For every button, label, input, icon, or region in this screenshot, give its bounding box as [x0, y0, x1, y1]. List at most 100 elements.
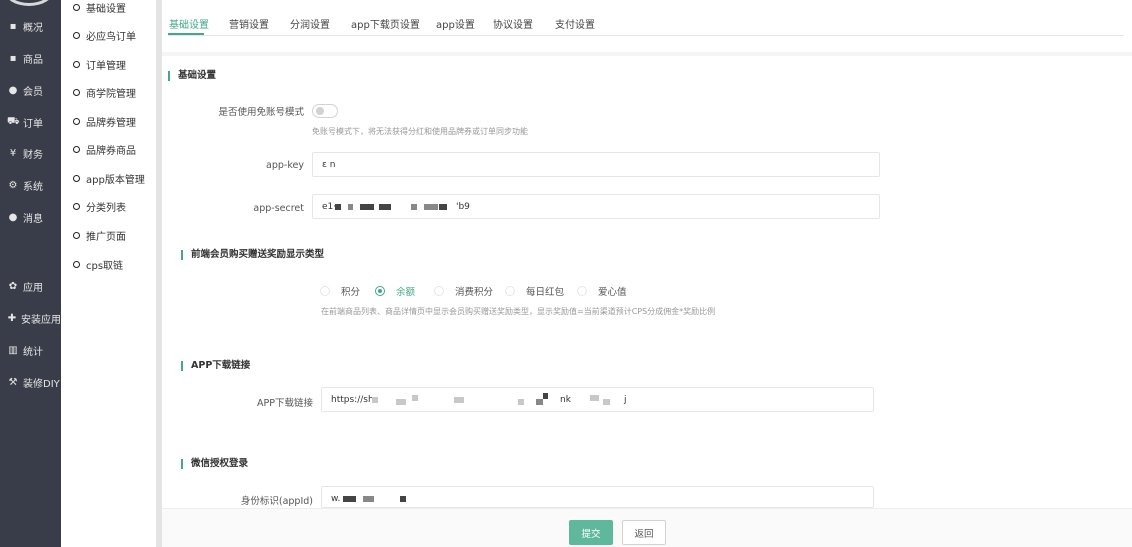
app-secret-input[interactable]: e1· 'b9 [312, 194, 880, 219]
appid-input[interactable]: w. [321, 486, 874, 508]
submenu-item-label: 分类列表 [86, 203, 126, 214]
submenu-item-cps-link[interactable]: cps取链 [73, 257, 123, 272]
back-button[interactable]: 返回 [622, 520, 666, 545]
submenu-item-category-list[interactable]: 分类列表 [73, 199, 126, 214]
submit-button[interactable]: 提交 [569, 520, 613, 545]
redaction-block [439, 204, 447, 210]
sidebar-item-install-apps[interactable]: ✚ 安装应用 [0, 307, 61, 329]
radio-label: 每日红包 [526, 287, 565, 298]
radio-circle-icon [505, 286, 515, 296]
redaction-block [396, 399, 406, 405]
submenu-item-label: 订单管理 [86, 61, 126, 72]
sidebar-item-label: 统计 [23, 346, 43, 358]
app-key-input[interactable]: ε n [312, 152, 880, 177]
submenu-item-order-management[interactable]: 订单管理 [73, 57, 126, 72]
sidebar-item-label: 系统 [23, 181, 43, 193]
sidebar-item-label: 安装应用 [21, 314, 61, 326]
sidebar-item-orders[interactable]: ⛟ 订单 [0, 111, 61, 133]
redaction-block [400, 496, 406, 502]
submenu-item-brand-coupon-goods[interactable]: 品牌券商品 [73, 142, 136, 157]
sidebar-item-label: 应用 [23, 282, 43, 294]
app-download-value-suffix: j [624, 395, 627, 405]
form-action-bar: 提交 返回 [162, 508, 1132, 547]
sidebar-item-apps[interactable]: ✿ 应用 [0, 275, 61, 297]
submenu-item-orders-biyingniao[interactable]: 必应鸟订单 [73, 28, 136, 43]
puzzle-icon: ✚ [7, 312, 17, 324]
tab-profit-sharing-settings[interactable]: 分润设置 [290, 16, 330, 31]
tab-payment-settings[interactable]: 支付设置 [555, 16, 595, 31]
main-content: 基础设置 营销设置 分润设置 app下载页设置 app设置 协议设置 支付设置 … [162, 0, 1132, 547]
sidebar-item-overview[interactable]: ▪ 概况 [0, 15, 61, 37]
redaction-block [335, 204, 341, 210]
redaction-block [360, 204, 374, 210]
radio-circle-icon [320, 286, 330, 296]
app-download-value-middle: nk [560, 395, 571, 405]
app-download-input[interactable]: https://sh nk j [321, 387, 874, 412]
circle-icon [73, 4, 80, 11]
radio-label: 余额 [396, 287, 416, 298]
sidebar-item-statistics[interactable]: ▥ 统计 [0, 339, 61, 361]
redaction-block [348, 204, 353, 210]
tab-app-settings[interactable]: app设置 [436, 16, 475, 31]
submenu-item-academy[interactable]: 商学院管理 [73, 85, 136, 100]
redaction-block [411, 204, 417, 210]
free-account-hint: 免账号模式下，将无法获得分红和使用品牌券或订单同步功能 [312, 127, 528, 136]
redaction-block [536, 399, 543, 405]
submenu-item-app-version[interactable]: app版本管理 [73, 171, 145, 186]
tab-divider [168, 35, 1124, 36]
tab-app-download-page-settings[interactable]: app下载页设置 [351, 16, 420, 31]
redaction-block [454, 397, 464, 403]
radio-circle-icon [434, 286, 444, 296]
redaction-block [590, 395, 599, 401]
sidebar-item-label: 商品 [23, 54, 43, 66]
free-account-toggle[interactable] [312, 104, 338, 118]
radio-daily-redpacket[interactable]: 每日红包 [505, 284, 564, 298]
gears-icon: ⚙ [8, 179, 18, 191]
sidebar-item-finance[interactable]: ¥ 财务 [0, 142, 61, 164]
settings-form: 基础设置 是否使用免账号模式 免账号模式下，将无法获得分红和使用品牌券或订单同步… [162, 56, 1132, 547]
sidebar-item-label: 装修DIY [23, 378, 60, 390]
sidebar-item-messages[interactable]: ● 消息 [0, 206, 61, 228]
tab-agreement-settings[interactable]: 协议设置 [493, 16, 533, 31]
radio-love-value[interactable]: 爱心值 [577, 284, 627, 298]
submenu-item-label: app版本管理 [86, 175, 145, 186]
submenu-item-label: 品牌券管理 [86, 118, 136, 129]
submenu-item-label: 商学院管理 [86, 89, 136, 100]
radio-consumption-points[interactable]: 消费积分 [434, 284, 493, 298]
app-key-value: ε n [322, 160, 336, 170]
goods-icon: ▪ [9, 52, 17, 64]
submenu-item-basic-settings[interactable]: 基础设置 [73, 0, 126, 15]
sidebar-item-diy[interactable]: ⚒ 装修DIY [0, 371, 61, 393]
radio-points[interactable]: 积分 [320, 284, 360, 298]
submenu-item-brand-coupons[interactable]: 品牌券管理 [73, 114, 136, 129]
radio-balance[interactable]: 余额 [375, 284, 415, 298]
apps-icon: ✿ [8, 280, 18, 292]
submenu-item-label: 基础设置 [86, 4, 126, 15]
radio-label: 爱心值 [598, 287, 627, 298]
tab-basic-settings[interactable]: 基础设置 [169, 16, 209, 31]
section-title-app-download: APP下载链接 [181, 361, 250, 371]
section-title-wechat-login: 微信授权登录 [181, 459, 248, 469]
app-secret-suffix: 'b9 [456, 202, 470, 212]
sidebar-item-goods[interactable]: ▪ 商品 [0, 47, 61, 69]
hammer-icon: ⚒ [8, 376, 18, 388]
app-download-label: APP下载链接 [257, 398, 313, 409]
redaction-block [543, 393, 548, 399]
circle-icon [73, 89, 80, 96]
section-title-basic: 基础设置 [168, 71, 216, 81]
section-title-reward-type: 前端会员购买赠送奖励显示类型 [181, 250, 324, 260]
sidebar-item-system[interactable]: ⚙ 系统 [0, 174, 61, 196]
redaction-block [343, 496, 356, 502]
chat-icon: ● [8, 211, 18, 223]
appid-label: 身份标识(appId) [240, 496, 313, 507]
sidebar-item-members[interactable]: ● 会员 [0, 79, 61, 101]
tab-marketing-settings[interactable]: 营销设置 [229, 16, 269, 31]
circle-icon [73, 32, 80, 39]
circle-icon [73, 232, 80, 239]
sidebar-item-label: 会员 [23, 86, 43, 98]
main-sidebar: ▪ 概况 ▪ 商品 ● 会员 ⛟ 订单 ¥ 财务 ⚙ 系统 ● 消息 ✿ 应用 … [0, 0, 61, 547]
circle-icon [73, 261, 80, 268]
app-key-label: app-key [266, 160, 304, 171]
submenu-item-promo-page[interactable]: 推广页面 [73, 228, 126, 243]
redaction-block [379, 204, 391, 210]
